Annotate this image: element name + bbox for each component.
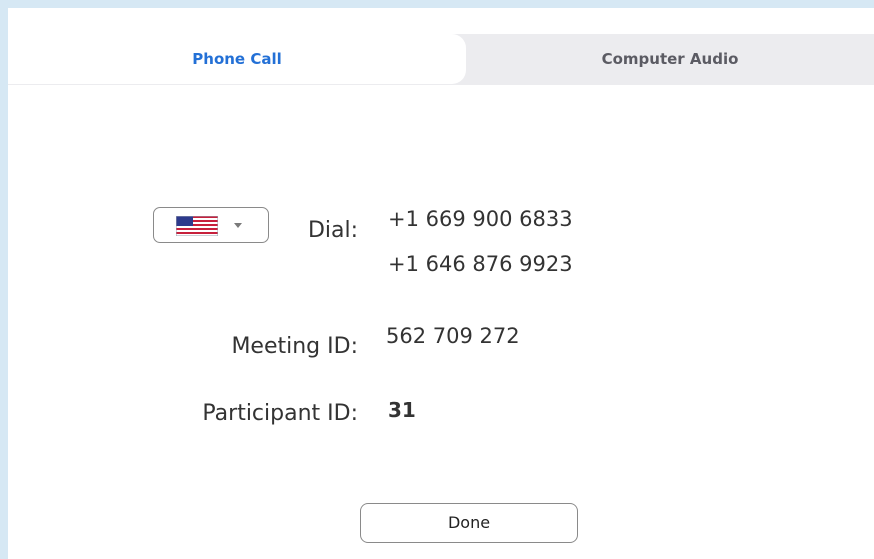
dial-label: Dial: [307,218,358,243]
tab-phone-call[interactable]: Phone Call [8,34,466,84]
tab-divider [8,84,874,85]
tab-computer-audio[interactable]: Computer Audio [466,34,874,84]
us-flag-icon [175,215,219,237]
country-select[interactable] [153,207,269,243]
participant-id-value: 31 [388,398,416,422]
dial-number-1: +1 669 900 6833 [388,207,573,231]
done-button[interactable]: Done [360,503,578,543]
meeting-id-label: Meeting ID: [231,334,358,359]
dial-number-2: +1 646 876 9923 [388,252,573,276]
chevron-down-icon [234,223,242,228]
audio-tab-bar: Phone Call Computer Audio [8,34,874,84]
participant-id-label: Participant ID: [202,401,358,426]
phone-call-panel: Phone Call Computer Audio Dial: +1 669 9… [8,8,874,559]
meeting-id-value: 562 709 272 [386,324,520,348]
